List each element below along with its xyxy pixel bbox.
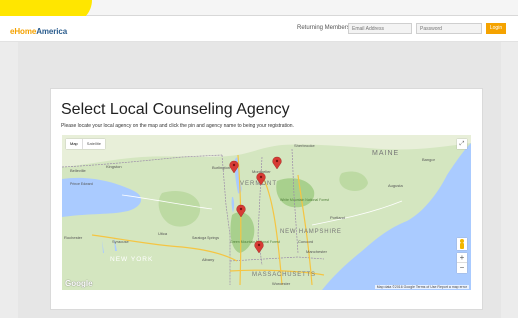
label-rochester: Rochester: [64, 235, 83, 240]
login-button[interactable]: Login: [486, 23, 506, 34]
label-worcester: Worcester: [272, 281, 291, 286]
label-bangor: Bangor: [422, 157, 436, 162]
zoom-control: + −: [457, 253, 467, 273]
tab-satellite[interactable]: Satellite: [83, 139, 105, 149]
label-vermont: VERMONT: [240, 181, 277, 187]
label-burlington: Burlington: [212, 165, 230, 170]
label-new-york: NEW YORK: [110, 256, 153, 263]
page-subtitle: Please locate your local agency on the m…: [61, 123, 294, 129]
site-header: eHomeAmerica Returning Members: Login: [0, 16, 518, 42]
page-title: Select Local Counseling Agency: [61, 101, 290, 118]
fullscreen-icon[interactable]: ⤢: [457, 139, 467, 149]
map-attribution[interactable]: Map data ©2016 Google Terms of Use Repor…: [374, 285, 469, 289]
label-massachusetts: MASSACHUSETTS: [252, 272, 316, 278]
password-field[interactable]: [416, 23, 482, 34]
zoom-in-icon[interactable]: +: [457, 253, 467, 263]
brand-logo[interactable]: eHomeAmerica: [10, 27, 67, 36]
label-belleville: Belleville: [70, 168, 87, 173]
label-albany: Albany: [202, 257, 214, 262]
label-kingston: Kingston: [106, 164, 122, 169]
label-manchester: Manchester: [306, 249, 328, 254]
map-canvas[interactable]: MAINE VERMONT NEW HAMPSHIRE NEW YORK MAS…: [62, 135, 471, 290]
email-field[interactable]: [348, 23, 412, 34]
label-sherbrooke: Sherbrooke: [294, 143, 315, 148]
pegman-icon[interactable]: [457, 238, 467, 250]
label-saratoga-springs: Saratoga Springs: [192, 236, 219, 240]
label-prince-edward: Prince Edward: [70, 182, 93, 186]
brand-logo-part1: eHome: [10, 27, 37, 36]
label-white-mountain: White Mountain National Forest: [280, 198, 329, 202]
map-type-control: Map Satellite: [66, 139, 106, 149]
pegman-body: [460, 243, 464, 249]
brand-logo-part2: America: [36, 27, 68, 36]
returning-members-label: Returning Members:: [297, 25, 352, 31]
tab-map[interactable]: Map: [66, 139, 83, 149]
label-portland: Portland: [330, 215, 345, 220]
label-concord: Concord: [298, 239, 313, 244]
agency-card: Select Local Counseling Agency Please lo…: [50, 88, 483, 310]
label-augusta: Augusta: [388, 183, 403, 188]
label-maine: MAINE: [372, 150, 399, 157]
agency-map[interactable]: MAINE VERMONT NEW HAMPSHIRE NEW YORK MAS…: [62, 135, 471, 290]
label-utica: Utica: [158, 231, 168, 236]
label-syracuse: Syracuse: [112, 239, 129, 244]
google-logo: Google: [65, 279, 93, 288]
zoom-out-icon[interactable]: −: [457, 263, 467, 273]
label-new-hampshire: NEW HAMPSHIRE: [280, 229, 342, 235]
